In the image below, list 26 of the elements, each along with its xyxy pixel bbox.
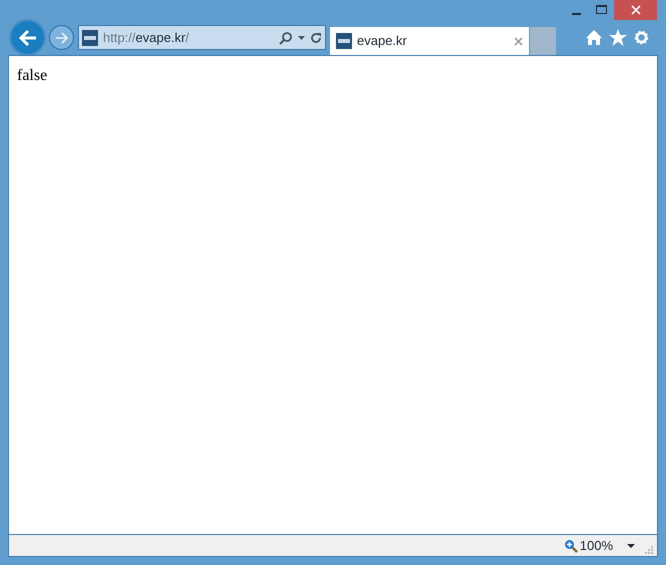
close-button[interactable] — [614, 0, 657, 20]
close-icon — [630, 5, 640, 15]
refresh-icon[interactable] — [310, 32, 322, 44]
search-icon[interactable] — [279, 30, 293, 44]
zoom-icon[interactable] — [564, 538, 578, 552]
home-icon[interactable] — [585, 29, 603, 46]
dropdown-caret-icon[interactable] — [298, 36, 305, 40]
tab-title: evape.kr — [357, 32, 407, 50]
forward-arrow-icon — [54, 32, 68, 44]
site-favicon-icon — [82, 30, 98, 46]
address-bar[interactable]: http://evape.kr/ — [78, 25, 326, 50]
maximize-icon — [596, 5, 606, 15]
zoom-level[interactable]: 100% — [580, 536, 613, 556]
browser-tab[interactable]: evape.kr — [330, 27, 529, 55]
settings-icon[interactable] — [633, 29, 650, 46]
zoom-caret-icon[interactable] — [627, 544, 635, 548]
back-button[interactable] — [9, 19, 46, 56]
close-tab-icon[interactable] — [514, 36, 523, 46]
back-arrow-icon — [18, 28, 38, 46]
page-text: false — [17, 67, 48, 84]
resize-grip-icon[interactable] — [645, 546, 653, 554]
forward-button[interactable] — [49, 25, 74, 50]
site-favicon-icon — [336, 33, 352, 49]
minimize-icon — [572, 12, 580, 14]
star-icon[interactable] — [609, 29, 627, 46]
url-text: http://evape.kr/ — [103, 28, 190, 47]
